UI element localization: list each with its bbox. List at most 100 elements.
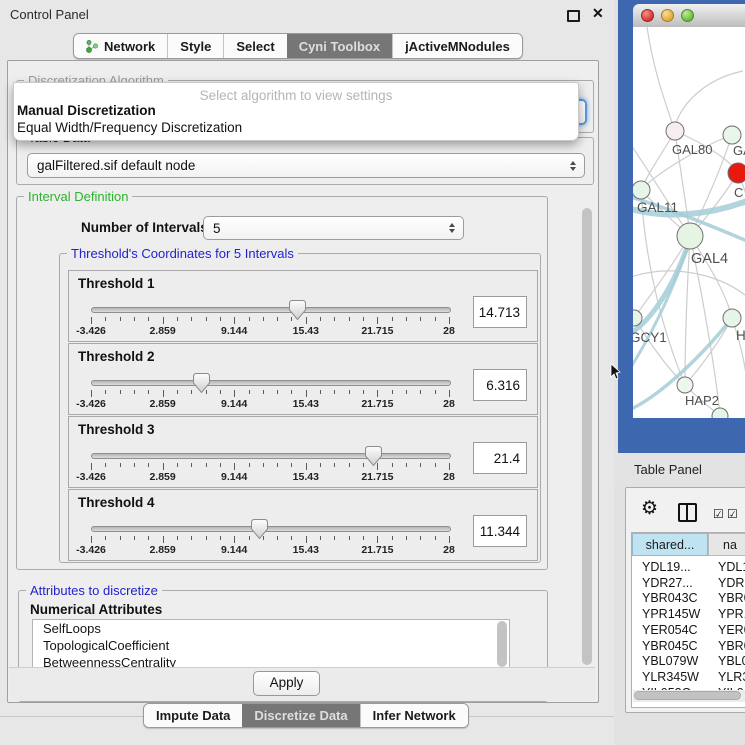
traffic-light-close-icon[interactable] (641, 9, 654, 22)
checkbox-icon[interactable]: ☑ (727, 507, 738, 521)
network-node-hap2[interactable] (677, 377, 693, 393)
cell-shared-name: YDR27... (642, 576, 693, 590)
slider-track[interactable] (91, 380, 451, 386)
attribute-item[interactable]: TopologicalCoefficient (33, 637, 509, 654)
network-edge (641, 131, 675, 190)
list-scrollbar[interactable] (497, 621, 507, 667)
table-panel-title: Table Panel (634, 462, 702, 477)
slider-tick-labels: -3.4262.8599.14415.4321.71528 (91, 398, 449, 410)
group-title: Interval Definition (24, 189, 132, 204)
cell-shared-name: YLR345W (642, 670, 699, 684)
slider-ticks (91, 317, 449, 324)
slider-tick-labels: -3.4262.8599.14415.4321.71528 (91, 325, 449, 337)
network-node-mid-right[interactable] (723, 309, 741, 327)
checkbox-icon[interactable]: ☑ (713, 507, 724, 521)
tab-network[interactable]: Network (74, 34, 167, 58)
network-graph: GAL80GACGAL11GAL4GCY1HHAP2 (633, 27, 745, 418)
horizontal-scrollbar[interactable] (633, 690, 745, 702)
apply-button[interactable]: Apply (253, 671, 320, 696)
node-label: GA (733, 143, 745, 158)
network-node-red[interactable] (728, 163, 745, 183)
threshold-label: Threshold 3 (78, 422, 155, 437)
table-row[interactable]: YLR345W YLR3 (632, 670, 745, 685)
stepper-icon (570, 161, 576, 171)
number-of-intervals-value: 5 (213, 221, 221, 236)
tab-label: Select (236, 39, 274, 54)
table-row[interactable]: YBL079WYBL0 (632, 654, 745, 669)
cell-shared-name: YBR045C (642, 639, 698, 653)
threshold-value-field[interactable]: 14.713 (473, 296, 527, 328)
cell-shared-name: YER054C (642, 623, 698, 637)
tab-label: Network (104, 39, 155, 54)
threshold-2-box: Threshold 2-3.4262.8599.14415.4321.71528… (68, 343, 538, 415)
traffic-light-minimize-icon[interactable] (661, 9, 674, 22)
panel-title: Control Panel (10, 7, 89, 22)
slider-track[interactable] (91, 526, 451, 532)
table-row[interactable]: YER054C YER0 (632, 623, 745, 638)
network-window-titlebar[interactable] (633, 4, 745, 28)
cell-shared-name: YBR043C (642, 591, 698, 605)
numerical-attributes-list[interactable]: SelfLoopsTopologicalCoefficientBetweenne… (32, 619, 510, 672)
tab-impute-data[interactable]: Impute Data (144, 704, 242, 727)
group-title: Threshold's Coordinates for 5 Intervals (67, 246, 298, 261)
number-of-intervals-label: Number of Intervals (81, 220, 208, 235)
node-label: GAL4 (691, 251, 728, 267)
threshold-value-field[interactable]: 6.316 (473, 369, 527, 401)
split-columns-icon[interactable] (678, 503, 697, 522)
network-node-top-right[interactable] (723, 126, 741, 144)
number-of-intervals-combo[interactable]: 5 (203, 216, 464, 240)
panel-scrollbar[interactable] (582, 208, 592, 665)
slider-track[interactable] (91, 453, 451, 459)
traffic-light-zoom-icon[interactable] (681, 9, 694, 22)
numerical-attributes-label: Numerical Attributes (30, 602, 162, 617)
tab-discretize-data[interactable]: Discretize Data (242, 704, 359, 727)
network-view-window[interactable]: GAL80GACGAL11GAL4GCY1HHAP2 (618, 0, 745, 453)
node-label: GCY1 (633, 330, 667, 345)
network-canvas[interactable]: GAL80GACGAL11GAL4GCY1HHAP2 (633, 27, 745, 418)
tab-label: Cyni Toolbox (299, 39, 380, 54)
table-row[interactable]: YPR145WYPR1 (632, 607, 745, 622)
network-node-gal11[interactable] (633, 181, 650, 199)
node-table: shared... na YDL19...YDL1YDR27...YDR2YBR… (631, 532, 745, 708)
tab-style[interactable]: Style (167, 34, 223, 58)
threshold-value-field[interactable]: 21.4 (473, 442, 527, 474)
tab-jactivemnodules[interactable]: jActiveMNodules (392, 34, 522, 58)
table-data-combo[interactable]: galFiltered.sif default node (27, 153, 585, 178)
cyni-toolbox-panel: Discretization Algorithm Select algorith… (7, 60, 599, 703)
network-node-bottom[interactable] (712, 408, 728, 418)
tab-label: Impute Data (156, 708, 230, 723)
thresholds-group: Threshold's Coordinates for 5 Intervals … (59, 253, 541, 563)
close-icon[interactable]: ✕ (592, 5, 604, 22)
slider-ticks (91, 463, 449, 470)
network-node-gal4[interactable] (677, 223, 703, 249)
cell-name: YPR1 (718, 607, 745, 621)
slider-track[interactable] (91, 307, 451, 313)
cell-name: YLR3 (718, 670, 745, 684)
cell-name: YER0 (718, 623, 745, 637)
table-data-group: Table Data galFiltered.sif default node (16, 137, 594, 185)
scrollbar-thumb[interactable] (634, 691, 741, 700)
node-label: HAP2 (685, 393, 719, 408)
table-row[interactable]: YBR045CYBR0 (632, 639, 745, 654)
attribute-item[interactable]: SelfLoops (33, 620, 509, 637)
table-row[interactable]: YDL19...YDL1 (632, 560, 745, 575)
group-title: Attributes to discretize (26, 583, 162, 598)
float-window-icon[interactable] (567, 10, 580, 22)
tab-cyni-toolbox[interactable]: Cyni Toolbox (287, 34, 392, 58)
dropdown-option-manual-discretization[interactable]: Manual Discretization (17, 103, 156, 118)
tab-infer-network[interactable]: Infer Network (360, 704, 468, 727)
stepper-icon (449, 223, 455, 233)
table-row[interactable]: YDR27...YDR2 (632, 576, 745, 591)
table-rows: YDL19...YDL1YDR27...YDR2YBR043CYBR0YPR14… (632, 533, 745, 707)
network-edge (647, 27, 675, 131)
cell-shared-name: YDL19... (642, 560, 691, 574)
threshold-3-box: Threshold 3-3.4262.8599.14415.4321.71528… (68, 416, 538, 488)
tab-select[interactable]: Select (223, 34, 286, 58)
node-label: C (734, 185, 743, 200)
gear-icon[interactable]: ⚙ (641, 497, 658, 520)
threshold-value-field[interactable]: 11.344 (473, 515, 527, 547)
dropdown-option-equal-width-frequency[interactable]: Equal Width/Frequency Discretization (17, 120, 242, 135)
table-row[interactable]: YBR043CYBR0 (632, 591, 745, 606)
bottom-tab-bar: Impute Data Discretize DataInfer Network (143, 703, 469, 728)
network-node-gal80[interactable] (666, 122, 684, 140)
